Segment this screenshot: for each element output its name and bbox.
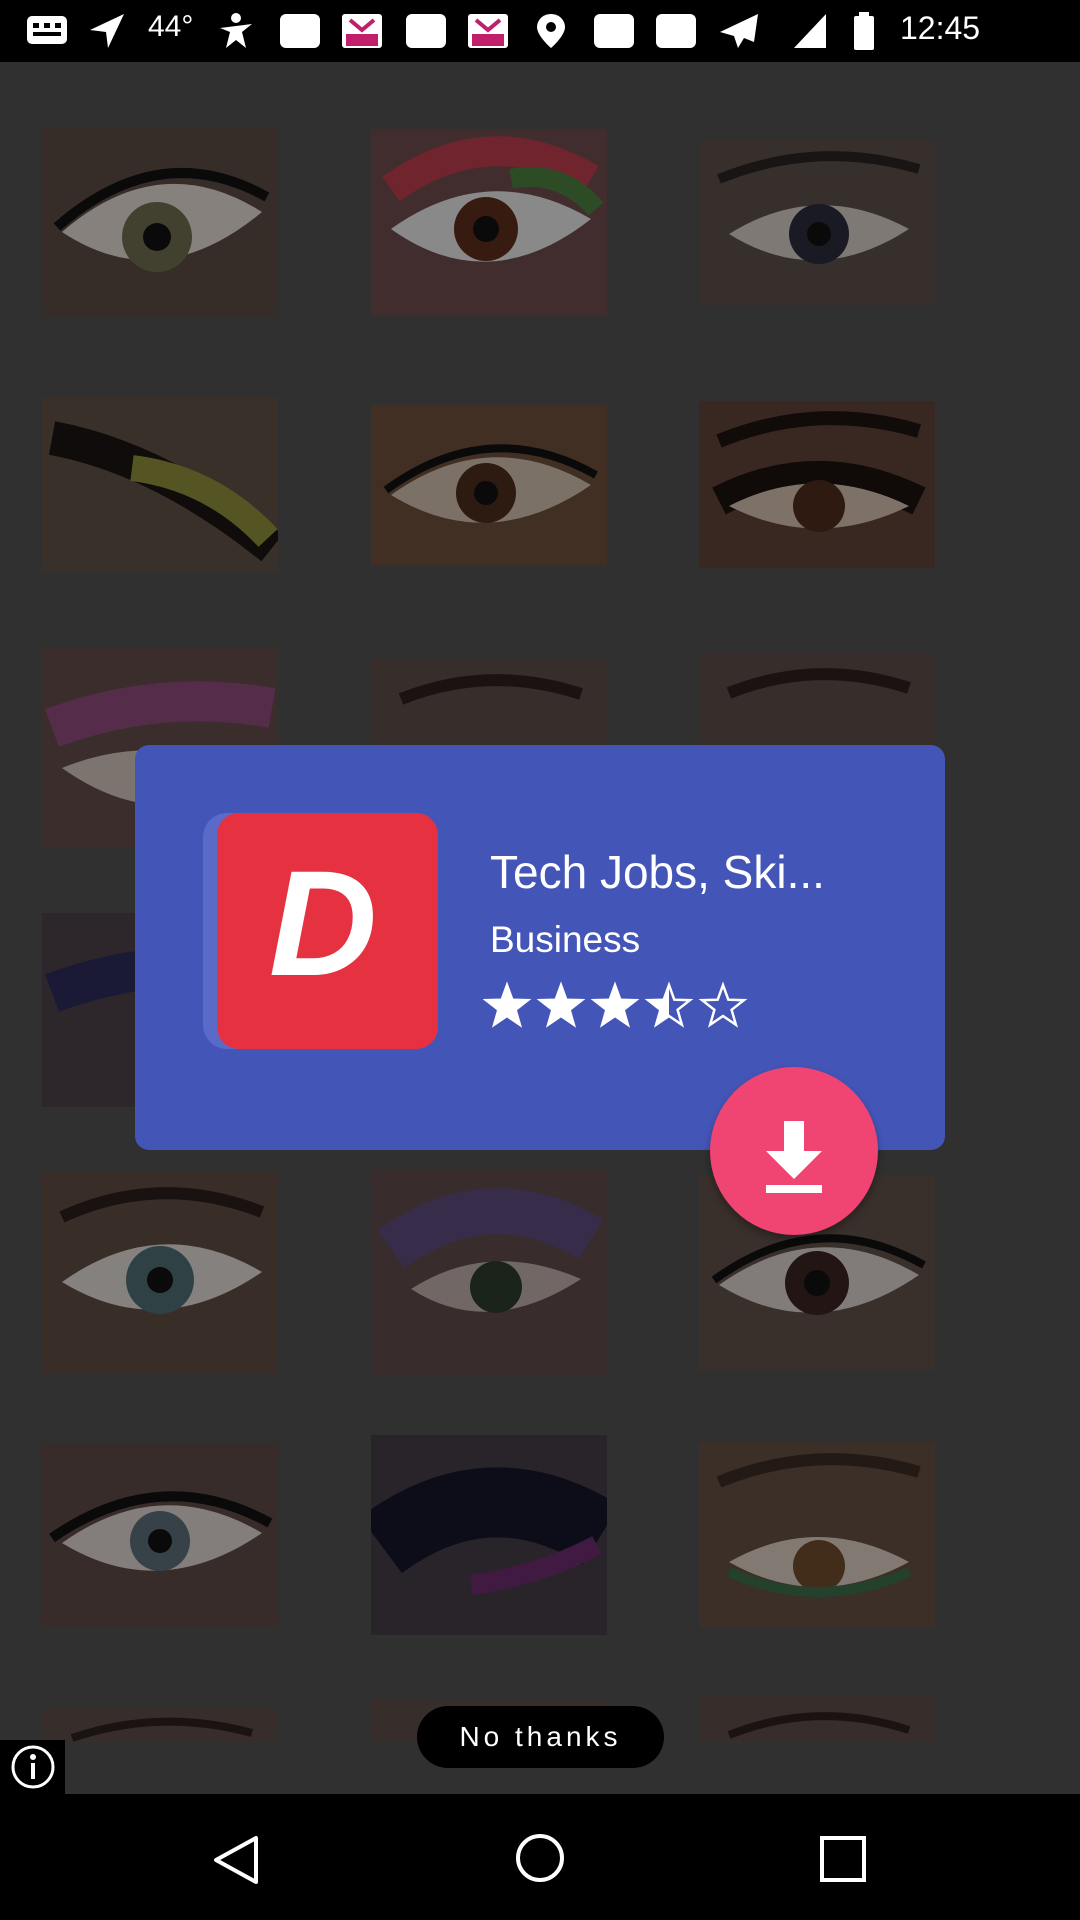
- navigation-bar: [0, 1794, 1080, 1920]
- popapp-icon: [342, 14, 382, 48]
- app-logo-letter: D: [269, 839, 377, 1007]
- navigation-icon: [90, 14, 124, 48]
- clock-text: 12:45: [900, 10, 981, 46]
- status-bar: 44° 12:45: [0, 0, 1080, 62]
- app-logo: D: [203, 813, 438, 1049]
- temperature-text: 44°: [148, 10, 194, 43]
- square-icon: [280, 14, 320, 48]
- popapp-icon: [468, 14, 508, 48]
- home-icon[interactable]: [514, 1832, 566, 1884]
- download-icon: [766, 1121, 822, 1193]
- send-icon: [720, 14, 758, 48]
- rating-star: [698, 981, 748, 1028]
- app-title: Tech Jobs, Ski...: [490, 846, 825, 898]
- rating-star: [644, 981, 694, 1028]
- battery-icon: [854, 12, 874, 50]
- recents-icon[interactable]: [818, 1834, 868, 1884]
- location-icon: [537, 14, 565, 48]
- signal-icon: [794, 14, 826, 48]
- square-icon: [594, 14, 634, 48]
- message-icon: [27, 16, 67, 44]
- no-thanks-button[interactable]: No thanks: [417, 1706, 664, 1768]
- info-icon: [11, 1745, 55, 1789]
- info-button[interactable]: [0, 1740, 65, 1794]
- rating-star: [536, 981, 586, 1028]
- app-category: Business: [490, 919, 641, 960]
- square-icon: [656, 14, 696, 48]
- download-button[interactable]: [710, 1067, 878, 1235]
- rating-star: [483, 981, 532, 1028]
- figure-icon: [220, 13, 252, 48]
- rating-star: [590, 981, 640, 1028]
- rating-stars: [483, 981, 748, 1028]
- back-icon[interactable]: [210, 1834, 262, 1886]
- square-icon: [406, 14, 446, 48]
